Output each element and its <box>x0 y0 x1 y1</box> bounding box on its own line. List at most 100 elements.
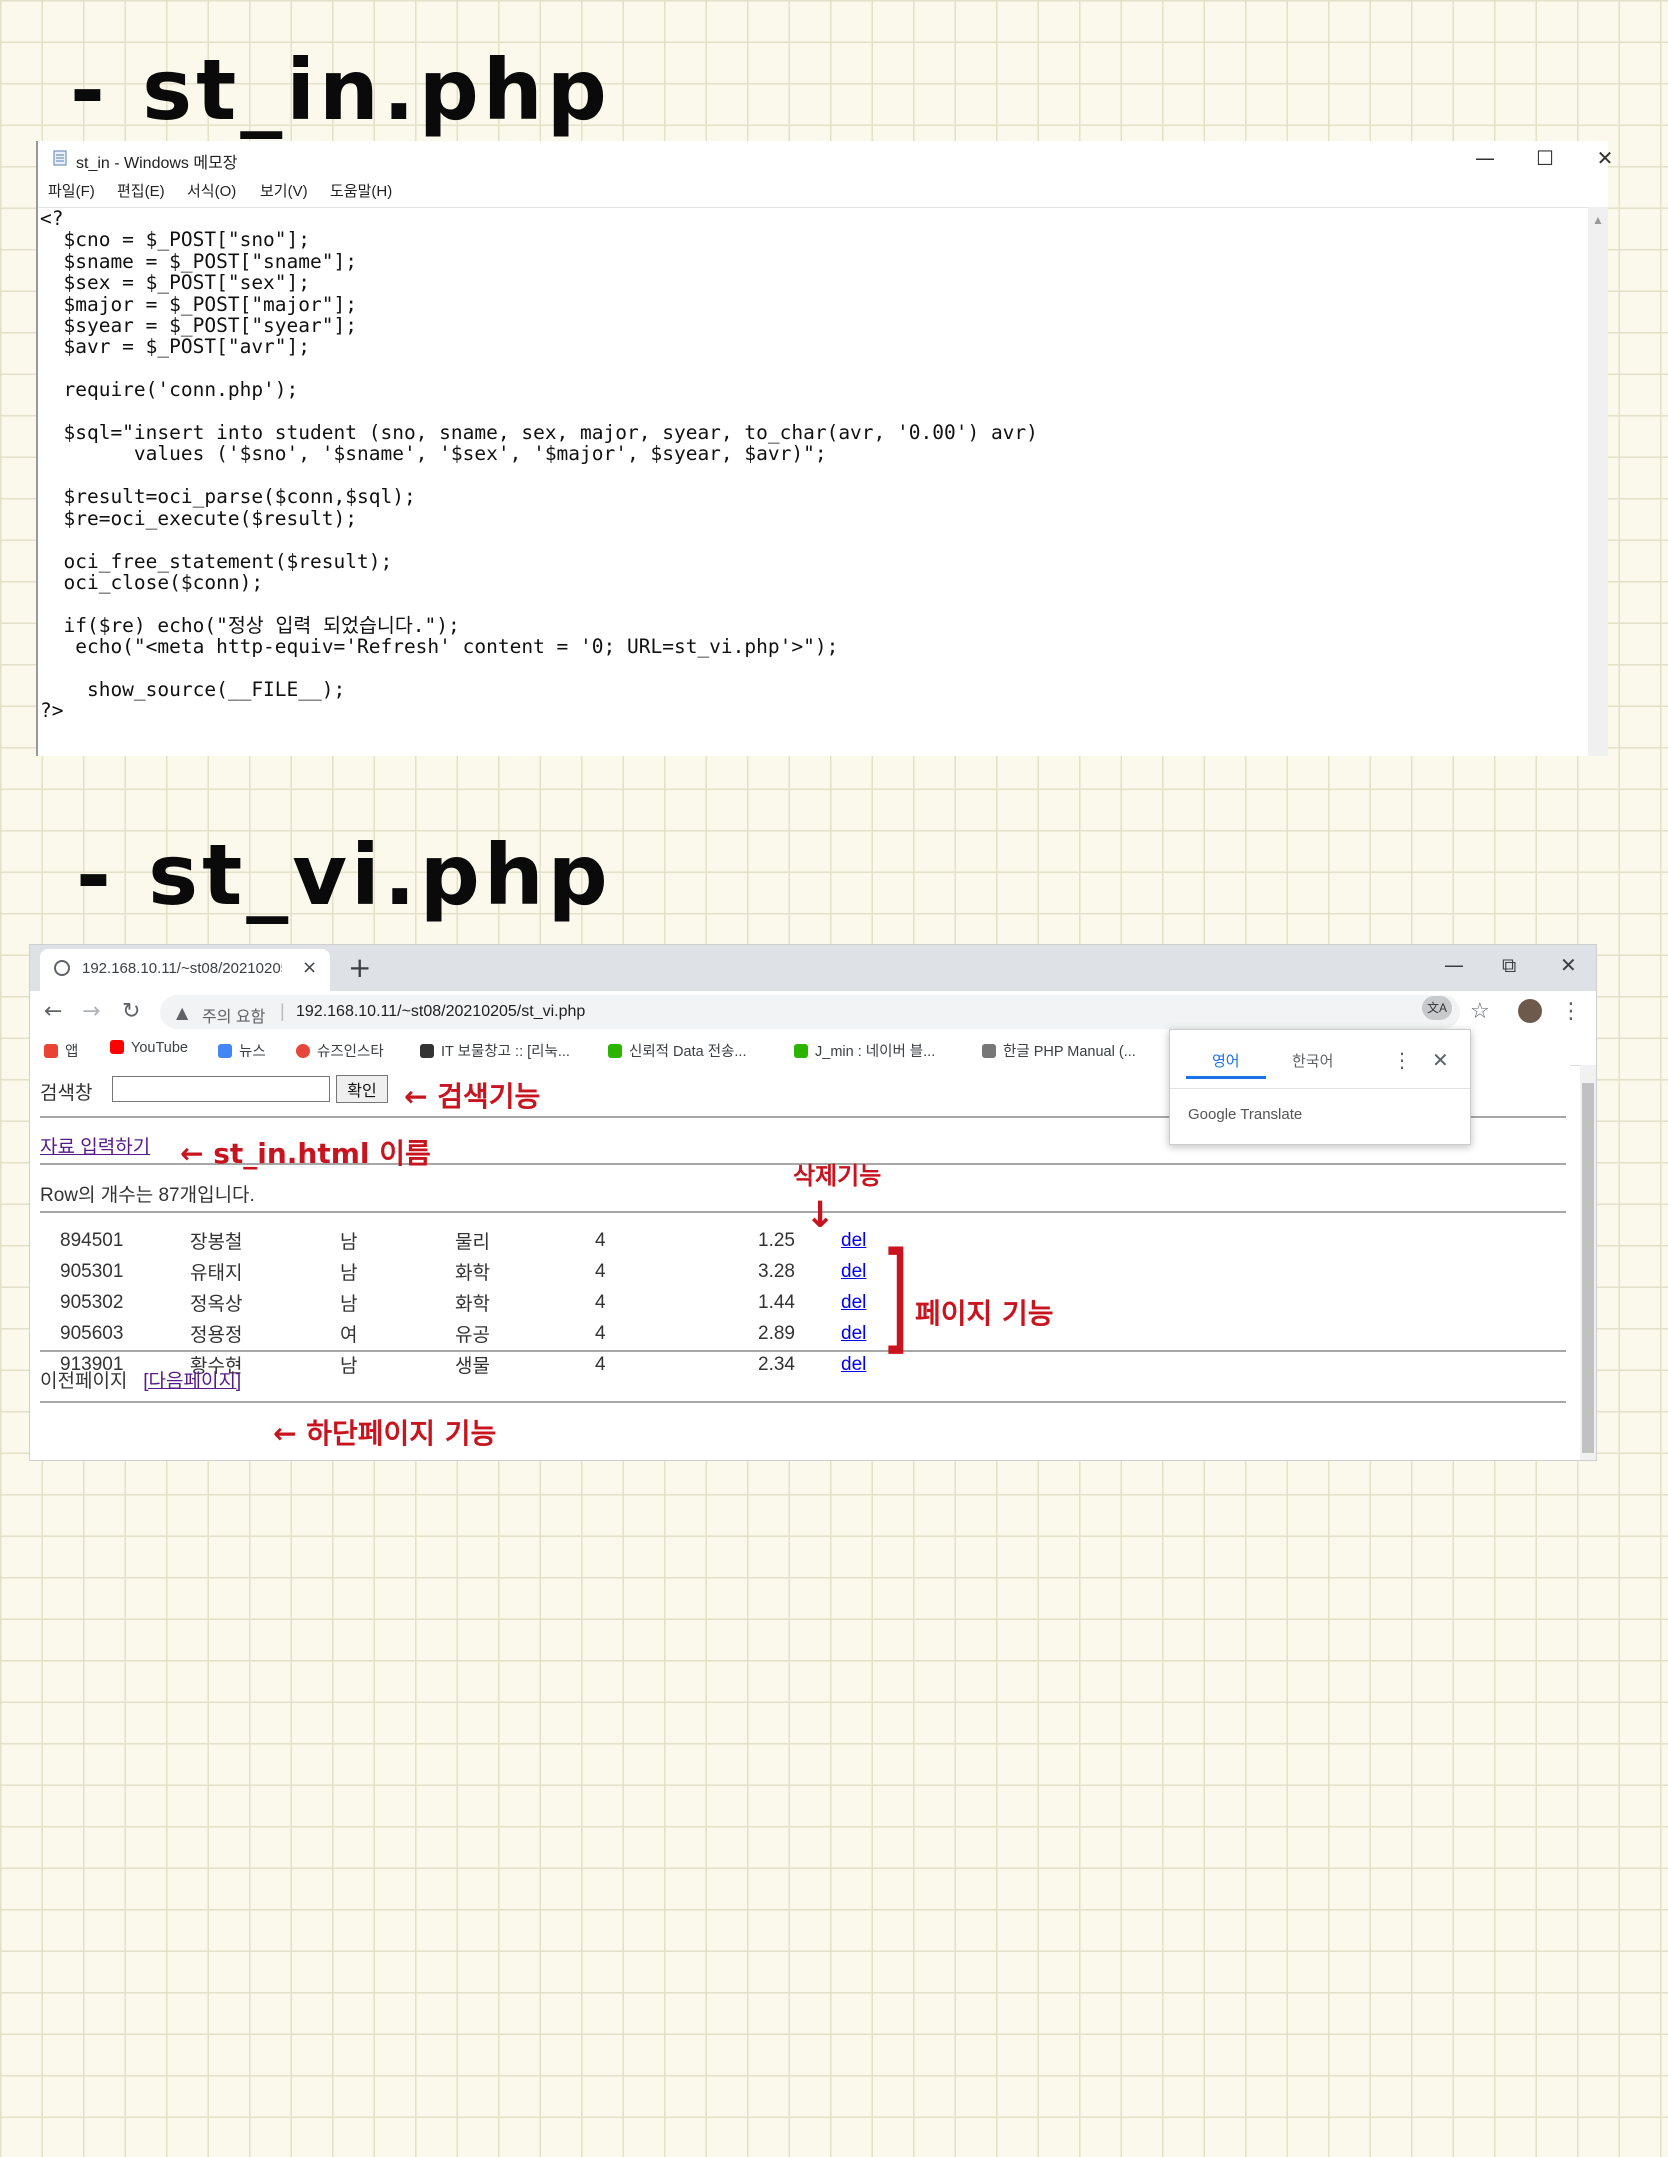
url-text[interactable]: 192.168.10.11/~st08/20210205/st_vi.php <box>296 1003 585 1021</box>
student-major-cell: 유공 <box>455 1325 490 1346</box>
student-table: 894501 장봉철 남 물리 4 1.25 del 905301 유태지 남 화학 4 3.28 del… <box>60 1225 866 1380</box>
bookmark-shoes-insta[interactable]: 슈즈인스타 <box>296 1040 384 1061</box>
translate-icon[interactable]: 文A <box>1422 996 1452 1020</box>
bookmark-apps[interactable]: 앱 <box>44 1040 78 1061</box>
notepad-editor[interactable]: <? $cno = $_POST["sno"]; $sname = $_POST… <box>38 207 1588 757</box>
delete-cell: del <box>795 1318 866 1349</box>
php-source-code[interactable]: <? $cno = $_POST["sno"]; $sname = $_POST… <box>38 208 1588 722</box>
student-name-cell: 장봉철 <box>190 1232 243 1253</box>
it-treasure-icon <box>420 1044 434 1058</box>
bookmark-php-manual[interactable]: 한글 PHP Manual (... <box>982 1040 1136 1061</box>
student-year-cell: 4 <box>595 1322 606 1344</box>
table-bracket: ] <box>881 1228 910 1367</box>
input-link-annotation: ← st_in.html 이름 <box>180 1137 431 1170</box>
search-button[interactable]: 확인 <box>336 1075 388 1103</box>
delete-cell: del <box>795 1256 866 1287</box>
tab-title: 192.168.10.11/~st08/20210205/ <box>82 960 282 977</box>
address-bar[interactable]: ▲ 주의 요함 | 192.168.10.11/~st08/20210205/s… <box>160 995 1460 1029</box>
warning-icon[interactable]: ▲ <box>176 1003 188 1022</box>
prev-page-text: 이전페이지 <box>40 1371 128 1392</box>
menu-file[interactable]: 파일(F) <box>48 180 95 201</box>
student-year-cell: 4 <box>595 1229 606 1251</box>
student-major-cell: 물리 <box>455 1232 490 1253</box>
translate-menu-icon[interactable]: ⋮ <box>1392 1048 1412 1072</box>
php-doc-icon <box>982 1044 996 1058</box>
divider <box>40 1401 1566 1403</box>
student-avr-cell: 3.28 <box>758 1260 795 1282</box>
new-tab-button[interactable]: + <box>348 951 371 984</box>
pagination-links: 이전페이지 [다음페이지] <box>40 1366 241 1393</box>
translate-tab-korean[interactable]: 한국어 <box>1292 1050 1333 1071</box>
menu-edit[interactable]: 편집(E) <box>117 180 165 201</box>
browser-toolbar: ← → ↻ ▲ 주의 요함 | 192.168.10.11/~st08/2021… <box>30 991 1596 1033</box>
forward-button[interactable]: → <box>82 999 100 1024</box>
maximize-button[interactable]: ☐ <box>1516 143 1574 173</box>
close-button[interactable]: ✕ <box>1576 143 1634 173</box>
notepad-menubar: 파일(F) 편집(E) 서식(O) 보기(V) 도움말(H) <box>38 177 1608 201</box>
menu-view[interactable]: 보기(V) <box>260 180 308 201</box>
translate-tab-english[interactable]: 영어 <box>1212 1050 1240 1071</box>
student-sex-cell: 남 <box>340 1263 358 1284</box>
browser-close-button[interactable]: ✕ <box>1560 953 1577 977</box>
browser-tab[interactable]: 192.168.10.11/~st08/20210205/ × <box>40 949 330 991</box>
bookmark-it-treasure[interactable]: IT 보물창고 :: [리눅... <box>420 1040 570 1061</box>
blog-icon <box>608 1044 622 1058</box>
back-button[interactable]: ← <box>44 999 62 1024</box>
apps-grid-icon <box>44 1044 58 1058</box>
search-input[interactable] <box>112 1076 330 1102</box>
notepad-window: st_in - Windows 메모장 — ☐ ✕ 파일(F) 편집(E) 서식… <box>36 141 1613 757</box>
notepad-scrollbar[interactable]: ▲ <box>1588 207 1608 756</box>
bookmark-jmin-blog[interactable]: J_min : 네이버 블... <box>794 1040 935 1061</box>
student-name-cell: 유태지 <box>190 1263 243 1284</box>
delete-link[interactable]: del <box>841 1261 866 1282</box>
security-status[interactable]: 주의 요함 <box>202 1003 265 1027</box>
search-label: 검색창 <box>40 1083 93 1104</box>
bookmark-reliable-data[interactable]: 신뢰적 Data 전송... <box>608 1040 746 1061</box>
tab-strip: 192.168.10.11/~st08/20210205/ × + — ⧉ ✕ <box>30 945 1596 991</box>
student-year-cell: 4 <box>595 1291 606 1313</box>
translate-divider <box>1170 1088 1470 1089</box>
tab-close-icon[interactable]: × <box>302 957 317 978</box>
minimize-button[interactable]: — <box>1456 143 1514 173</box>
active-tab-indicator <box>1186 1076 1266 1079</box>
reload-button[interactable]: ↻ <box>122 999 140 1024</box>
translate-close-icon[interactable]: ✕ <box>1432 1048 1449 1072</box>
browser-menu-icon[interactable]: ⋮ <box>1560 999 1582 1024</box>
scroll-up-icon[interactable]: ▲ <box>1592 213 1604 227</box>
browser-restore-button[interactable]: ⧉ <box>1502 953 1516 977</box>
divider <box>40 1211 1566 1213</box>
delete-arrow: ↓ <box>805 1195 836 1236</box>
notepad-icon <box>53 150 67 166</box>
page-scrollbar-thumb[interactable] <box>1582 1083 1594 1453</box>
next-page-link[interactable]: [다음페이지] <box>143 1371 241 1392</box>
student-sex-cell: 남 <box>340 1232 358 1253</box>
table-row: 894501 장봉철 남 물리 4 1.25 del <box>60 1225 866 1256</box>
student-avr-cell: 1.44 <box>758 1291 795 1313</box>
notepad-title: st_in - Windows 메모장 <box>76 155 238 172</box>
page-scrollbar[interactable] <box>1580 1065 1596 1460</box>
browser-minimize-button[interactable]: — <box>1444 953 1464 977</box>
notepad-titlebar: st_in - Windows 메모장 — ☐ ✕ <box>38 141 1613 175</box>
bookmark-news[interactable]: 뉴스 <box>218 1040 266 1061</box>
news-icon <box>218 1044 232 1058</box>
student-major-cell: 화학 <box>455 1263 490 1284</box>
menu-format[interactable]: 서식(O) <box>187 180 236 201</box>
translate-popup: 영어 한국어 ⋮ ✕ Google Translate <box>1169 1029 1471 1145</box>
st-in-title: - st_in.php <box>70 41 611 139</box>
delete-cell: del <box>795 1287 866 1318</box>
delete-link[interactable]: del <box>841 1292 866 1313</box>
student-sex-cell: 여 <box>340 1325 358 1346</box>
menu-help[interactable]: 도움말(H) <box>330 180 392 201</box>
table-row: 905302 정옥상 남 화학 4 1.44 del <box>60 1287 866 1318</box>
profile-avatar[interactable] <box>1518 999 1542 1023</box>
student-no-cell: 905603 <box>60 1322 124 1344</box>
delete-link[interactable]: del <box>841 1323 866 1344</box>
bookmark-youtube[interactable]: YouTube <box>110 1040 188 1056</box>
google-translate-label: Google Translate <box>1188 1106 1303 1123</box>
bookmark-star-icon[interactable]: ☆ <box>1470 999 1490 1024</box>
search-annotation: ← 검색기능 <box>404 1080 541 1113</box>
youtube-icon <box>110 1040 124 1054</box>
delete-link[interactable]: del <box>841 1230 866 1251</box>
student-name-cell: 정옥상 <box>190 1294 243 1315</box>
data-input-link[interactable]: 자료 입력하기 <box>40 1132 150 1159</box>
